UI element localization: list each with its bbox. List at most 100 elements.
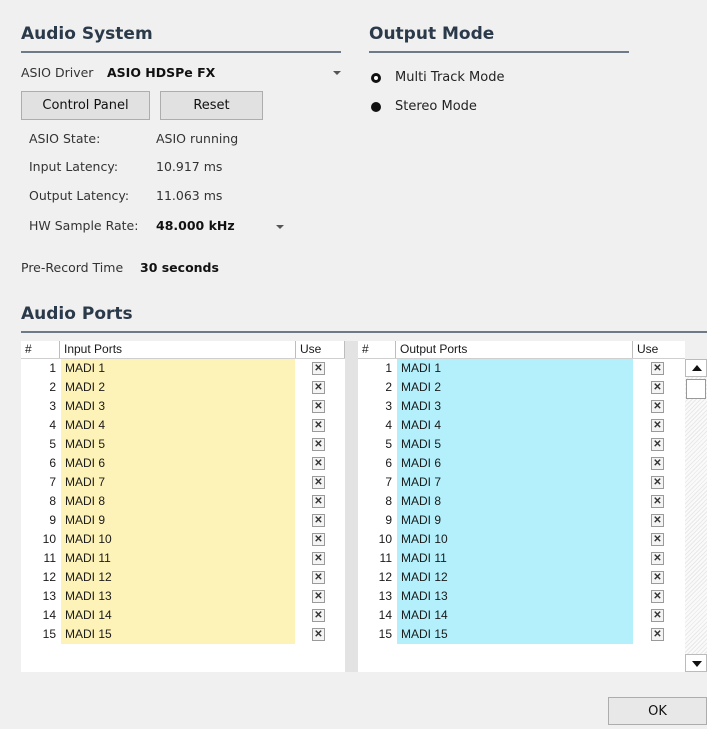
port-name[interactable]: MADI 6 (397, 454, 633, 473)
stereo-mode-radio[interactable]: Stereo Mode (369, 97, 569, 117)
output-port-row[interactable]: 5 MADI 5 ✕ (358, 435, 685, 454)
use-checkbox[interactable]: ✕ (312, 438, 325, 451)
port-name[interactable]: MADI 12 (61, 568, 295, 587)
use-checkbox[interactable]: ✕ (651, 495, 664, 508)
multi-track-mode-radio[interactable]: Multi Track Mode (369, 68, 569, 88)
port-name[interactable]: MADI 5 (61, 435, 295, 454)
port-name[interactable]: MADI 2 (61, 378, 295, 397)
input-port-row[interactable]: 3 MADI 3 ✕ (21, 397, 345, 416)
use-checkbox[interactable]: ✕ (312, 495, 325, 508)
port-name[interactable]: MADI 11 (397, 549, 633, 568)
port-name[interactable]: MADI 15 (397, 625, 633, 644)
port-name[interactable]: MADI 3 (61, 397, 295, 416)
use-checkbox[interactable]: ✕ (312, 571, 325, 584)
port-name[interactable]: MADI 1 (397, 359, 633, 378)
port-name[interactable]: MADI 9 (61, 511, 295, 530)
input-port-row[interactable]: 5 MADI 5 ✕ (21, 435, 345, 454)
use-checkbox[interactable]: ✕ (651, 381, 664, 394)
use-checkbox[interactable]: ✕ (651, 476, 664, 489)
input-name-header[interactable]: Input Ports (60, 341, 296, 358)
output-port-row[interactable]: 3 MADI 3 ✕ (358, 397, 685, 416)
input-port-row[interactable]: 10 MADI 10 ✕ (21, 530, 345, 549)
input-port-row[interactable]: 12 MADI 12 ✕ (21, 568, 345, 587)
output-port-row[interactable]: 2 MADI 2 ✕ (358, 378, 685, 397)
control-panel-button[interactable]: Control Panel (21, 91, 150, 120)
port-name[interactable]: MADI 10 (61, 530, 295, 549)
use-checkbox[interactable]: ✕ (312, 514, 325, 527)
output-port-row[interactable]: 8 MADI 8 ✕ (358, 492, 685, 511)
input-port-row[interactable]: 6 MADI 6 ✕ (21, 454, 345, 473)
input-use-header[interactable]: Use (296, 341, 345, 358)
port-name[interactable]: MADI 14 (61, 606, 295, 625)
output-port-row[interactable]: 6 MADI 6 ✕ (358, 454, 685, 473)
pre-record-value[interactable]: 30 seconds (140, 260, 219, 275)
output-port-row[interactable]: 15 MADI 15 ✕ (358, 625, 685, 644)
input-port-row[interactable]: 4 MADI 4 ✕ (21, 416, 345, 435)
port-name[interactable]: MADI 8 (397, 492, 633, 511)
output-use-header[interactable]: Use (633, 341, 685, 358)
use-checkbox[interactable]: ✕ (312, 533, 325, 546)
output-port-row[interactable]: 7 MADI 7 ✕ (358, 473, 685, 492)
use-checkbox[interactable]: ✕ (312, 400, 325, 413)
output-port-row[interactable]: 12 MADI 12 ✕ (358, 568, 685, 587)
use-checkbox[interactable]: ✕ (651, 533, 664, 546)
port-name[interactable]: MADI 10 (397, 530, 633, 549)
use-checkbox[interactable]: ✕ (651, 419, 664, 432)
use-checkbox[interactable]: ✕ (312, 590, 325, 603)
use-checkbox[interactable]: ✕ (651, 362, 664, 375)
output-port-row[interactable]: 13 MADI 13 ✕ (358, 587, 685, 606)
output-port-row[interactable]: 14 MADI 14 ✕ (358, 606, 685, 625)
output-port-row[interactable]: 11 MADI 11 ✕ (358, 549, 685, 568)
input-port-row[interactable]: 8 MADI 8 ✕ (21, 492, 345, 511)
scroll-up-icon[interactable] (685, 359, 707, 377)
input-port-row[interactable]: 15 MADI 15 ✕ (21, 625, 345, 644)
port-name[interactable]: MADI 8 (61, 492, 295, 511)
use-checkbox[interactable]: ✕ (312, 628, 325, 641)
scroll-down-icon[interactable] (685, 654, 707, 672)
port-name[interactable]: MADI 7 (397, 473, 633, 492)
input-port-row[interactable]: 9 MADI 9 ✕ (21, 511, 345, 530)
output-port-row[interactable]: 10 MADI 10 ✕ (358, 530, 685, 549)
port-name[interactable]: MADI 12 (397, 568, 633, 587)
port-name[interactable]: MADI 4 (61, 416, 295, 435)
asio-driver-dropdown[interactable]: ASIO HDSPe FX (107, 65, 347, 83)
use-checkbox[interactable]: ✕ (651, 590, 664, 603)
port-name[interactable]: MADI 1 (61, 359, 295, 378)
input-port-row[interactable]: 14 MADI 14 ✕ (21, 606, 345, 625)
use-checkbox[interactable]: ✕ (651, 552, 664, 565)
use-checkbox[interactable]: ✕ (651, 438, 664, 451)
reset-button[interactable]: Reset (160, 91, 263, 120)
use-checkbox[interactable]: ✕ (651, 628, 664, 641)
use-checkbox[interactable]: ✕ (312, 552, 325, 565)
output-port-row[interactable]: 1 MADI 1 ✕ (358, 359, 685, 378)
input-port-row[interactable]: 2 MADI 2 ✕ (21, 378, 345, 397)
use-checkbox[interactable]: ✕ (312, 609, 325, 622)
use-checkbox[interactable]: ✕ (312, 476, 325, 489)
port-name[interactable]: MADI 14 (397, 606, 633, 625)
output-num-header[interactable]: # (358, 341, 396, 358)
port-name[interactable]: MADI 15 (61, 625, 295, 644)
use-checkbox[interactable]: ✕ (312, 362, 325, 375)
port-name[interactable]: MADI 3 (397, 397, 633, 416)
input-port-row[interactable]: 1 MADI 1 ✕ (21, 359, 345, 378)
output-port-row[interactable]: 4 MADI 4 ✕ (358, 416, 685, 435)
port-name[interactable]: MADI 2 (397, 378, 633, 397)
port-name[interactable]: MADI 9 (397, 511, 633, 530)
ok-button[interactable]: OK (608, 697, 707, 725)
use-checkbox[interactable]: ✕ (651, 514, 664, 527)
port-name[interactable]: MADI 4 (397, 416, 633, 435)
scrollbar-thumb[interactable] (686, 379, 706, 399)
input-port-row[interactable]: 13 MADI 13 ✕ (21, 587, 345, 606)
use-checkbox[interactable]: ✕ (651, 457, 664, 470)
use-checkbox[interactable]: ✕ (312, 381, 325, 394)
port-name[interactable]: MADI 5 (397, 435, 633, 454)
port-name[interactable]: MADI 7 (61, 473, 295, 492)
ports-scrollbar[interactable] (685, 359, 707, 672)
output-port-row[interactable]: 9 MADI 9 ✕ (358, 511, 685, 530)
use-checkbox[interactable]: ✕ (651, 609, 664, 622)
output-name-header[interactable]: Output Ports (396, 341, 633, 358)
input-port-row[interactable]: 11 MADI 11 ✕ (21, 549, 345, 568)
use-checkbox[interactable]: ✕ (651, 571, 664, 584)
input-num-header[interactable]: # (21, 341, 60, 358)
use-checkbox[interactable]: ✕ (312, 419, 325, 432)
